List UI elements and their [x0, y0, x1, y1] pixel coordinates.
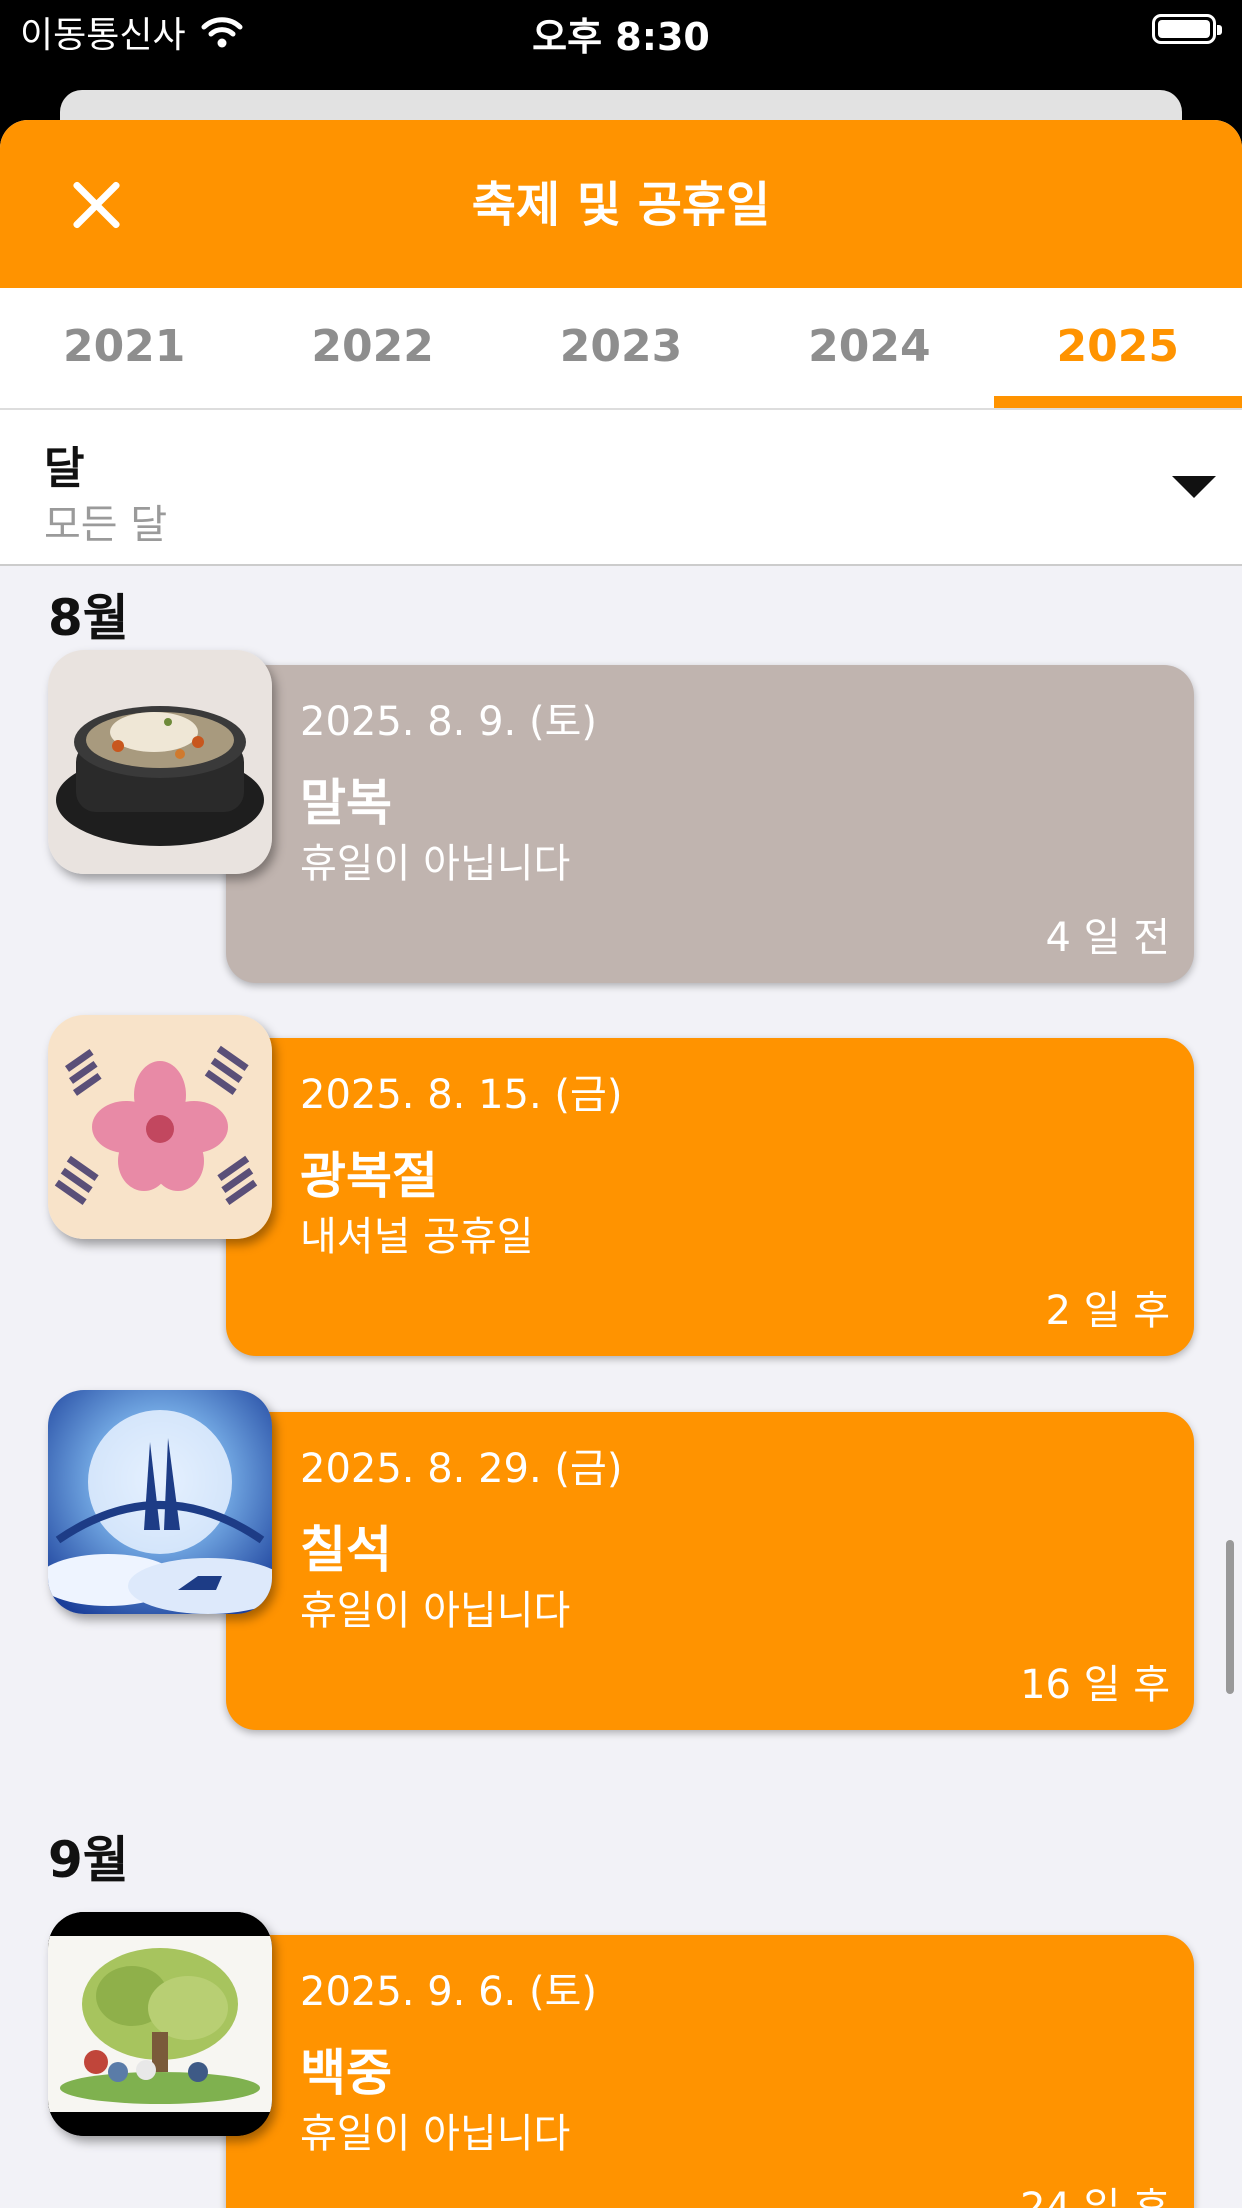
event-date: 2025. 8. 29. (금) [300, 1446, 623, 1492]
event-relative-days: 16 일 후 [1020, 1662, 1170, 1708]
event-type: 휴일이 아닙니다 [300, 841, 571, 887]
event-relative-days: 24 일 후 [1020, 2185, 1170, 2208]
month-filter-dropdown[interactable]: 달 모든 달 [0, 410, 1242, 566]
scrollbar[interactable] [1226, 1540, 1234, 1694]
page-title: 축제 및 공휴일 [471, 177, 771, 233]
battery-icon [1152, 14, 1222, 44]
event-card[interactable]: 2025. 8. 9. (토) 말복 휴일이 아닙니다 4 일 전 [226, 665, 1194, 983]
event-name: 백중 [300, 2044, 392, 2102]
korean-flag-flower-icon [48, 1015, 272, 1239]
filter-value: 모든 달 [44, 502, 168, 548]
header-bar: 축제 및 공휴일 [0, 120, 1242, 288]
modal-sheet: 축제 및 공휴일 2021 2022 2023 2024 2025 달 모든 달… [0, 120, 1242, 2208]
event-date: 2025. 9. 6. (토) [300, 1969, 597, 2015]
month-header: 9월 [48, 1831, 129, 1889]
event-name: 말복 [300, 774, 392, 832]
moon-lovers-bridge-icon [48, 1390, 272, 1614]
event-name: 칠석 [300, 1521, 392, 1579]
event-card[interactable]: 2025. 8. 15. (금) 광복절 내셔널 공휴일 2 일 후 [226, 1038, 1194, 1356]
event-card[interactable]: 2025. 9. 6. (토) 백중 휴일이 아닙니다 24 일 후 [226, 1935, 1194, 2208]
event-date: 2025. 8. 15. (금) [300, 1072, 623, 1118]
tab-2021[interactable]: 2021 [0, 288, 248, 408]
event-date: 2025. 8. 9. (토) [300, 699, 597, 745]
month-header: 8월 [48, 589, 129, 647]
event-relative-days: 2 일 후 [1045, 1288, 1170, 1334]
status-time: 오후 8:30 [532, 15, 710, 59]
tab-2024[interactable]: 2024 [745, 288, 993, 408]
tab-2023[interactable]: 2023 [497, 288, 745, 408]
event-type: 휴일이 아닙니다 [300, 2111, 571, 2157]
event-name: 광복절 [300, 1147, 438, 1205]
event-type: 내셔널 공휴일 [300, 1214, 534, 1260]
tab-2022[interactable]: 2022 [248, 288, 496, 408]
status-bar: 이동통신사 오후 8:30 [0, 0, 1242, 62]
event-card[interactable]: 2025. 8. 29. (금) 칠석 휴일이 아닙니다 16 일 후 [226, 1412, 1194, 1730]
event-relative-days: 4 일 전 [1045, 915, 1170, 961]
samgyetang-icon [48, 650, 272, 874]
event-type: 휴일이 아닙니다 [300, 1588, 571, 1634]
year-tabs: 2021 2022 2023 2024 2025 [0, 288, 1242, 410]
tab-2025[interactable]: 2025 [993, 288, 1242, 408]
filter-label: 달 [44, 443, 85, 494]
tree-gathering-icon [48, 1912, 272, 2136]
dropdown-caret-icon [1172, 476, 1216, 498]
